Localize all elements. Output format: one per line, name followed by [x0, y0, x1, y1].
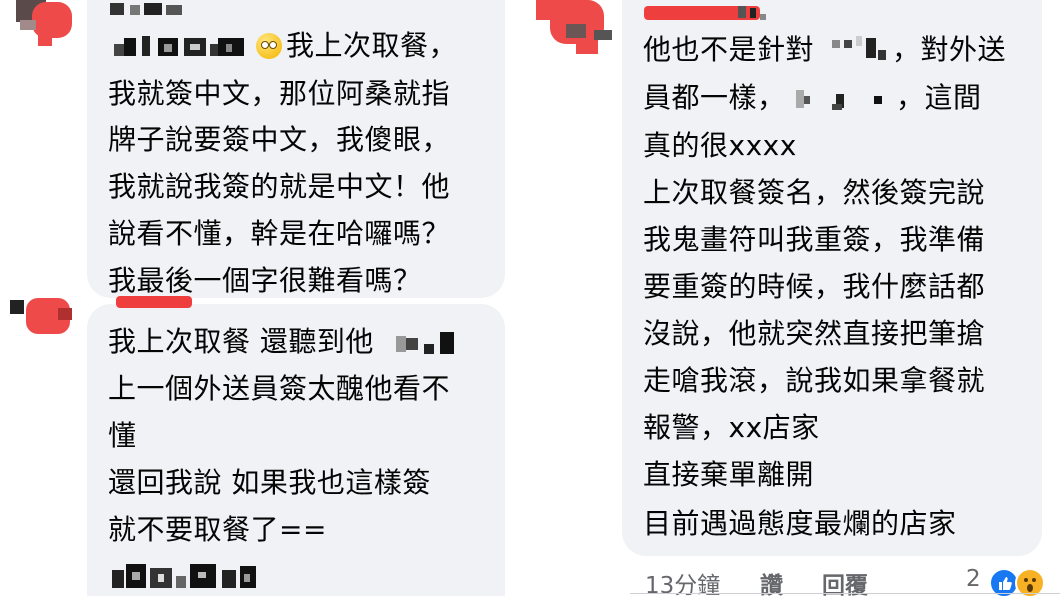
- rolling-eyes-emoji-icon: [256, 33, 282, 59]
- comment-timestamp[interactable]: 13分鐘: [645, 566, 720, 600]
- avatar[interactable]: [8, 0, 80, 46]
- reaction-count[interactable]: 2: [966, 566, 981, 592]
- comment-line: 我鬼畫符叫我重簽，我準備: [643, 223, 986, 256]
- comment-line: 要重簽的時候，我什麼話都: [643, 270, 986, 303]
- avatar[interactable]: [536, 0, 620, 54]
- redacted-text: [112, 562, 262, 592]
- comment-line: 目前遇過態度最爛的店家: [643, 507, 957, 540]
- comment-line: 我最後一個字很難看嗎？: [108, 264, 422, 297]
- comment-line: 上次取餐簽名，然後簽完說: [643, 176, 986, 209]
- comment-line: ，對外送: [892, 33, 1007, 66]
- comment-line: 直接棄單離開: [643, 458, 815, 491]
- comment-line: 沒說，他就突然直接把筆搶: [643, 317, 986, 350]
- comment-line: 他也不是針對: [643, 33, 815, 66]
- redacted-username: [114, 32, 254, 58]
- redacted-text: [796, 86, 896, 112]
- comment-line: 我就說我簽的就是中文！他: [108, 170, 451, 203]
- comment-line: 報警，xx店家: [643, 411, 820, 444]
- divider: [630, 593, 1060, 594]
- comment-line: 我上次取餐，: [286, 29, 458, 62]
- redacted-name: [116, 296, 192, 308]
- comment-line: 還回我說 如果我也這樣簽: [108, 466, 431, 499]
- comment-line: 我就簽中文，那位阿桑就指: [108, 77, 451, 110]
- avatar-image: [10, 298, 72, 334]
- comment-line: 真的很xxxx: [643, 129, 797, 162]
- comment-line: 上一個外送員簽太醜他看不: [108, 372, 451, 405]
- redacted-name: [110, 0, 184, 15]
- avatar-image: [8, 0, 80, 46]
- comment-line: 說看不懂，幹是在哈囉嗎？: [108, 217, 451, 250]
- redacted-text: [396, 330, 460, 356]
- comment-line: 就不要取餐了==: [108, 513, 327, 546]
- comment-line: ，這間: [896, 81, 982, 114]
- redacted-name: [738, 4, 768, 20]
- redacted-text: [832, 36, 892, 62]
- comment-line: 我上次取餐 還聽到他: [108, 325, 374, 358]
- avatar-image: [536, 0, 612, 54]
- avatar[interactable]: [10, 298, 80, 338]
- comment-line: 員都一樣，: [643, 81, 786, 114]
- like-link[interactable]: 讚: [760, 566, 783, 600]
- comment-line: 懂: [108, 419, 137, 452]
- comment-line: 牌子說要簽中文，我傻眼，: [108, 123, 451, 156]
- comment-line: 走嗆我滾，說我如果拿餐就: [643, 364, 986, 397]
- reply-link[interactable]: 回覆: [822, 566, 868, 600]
